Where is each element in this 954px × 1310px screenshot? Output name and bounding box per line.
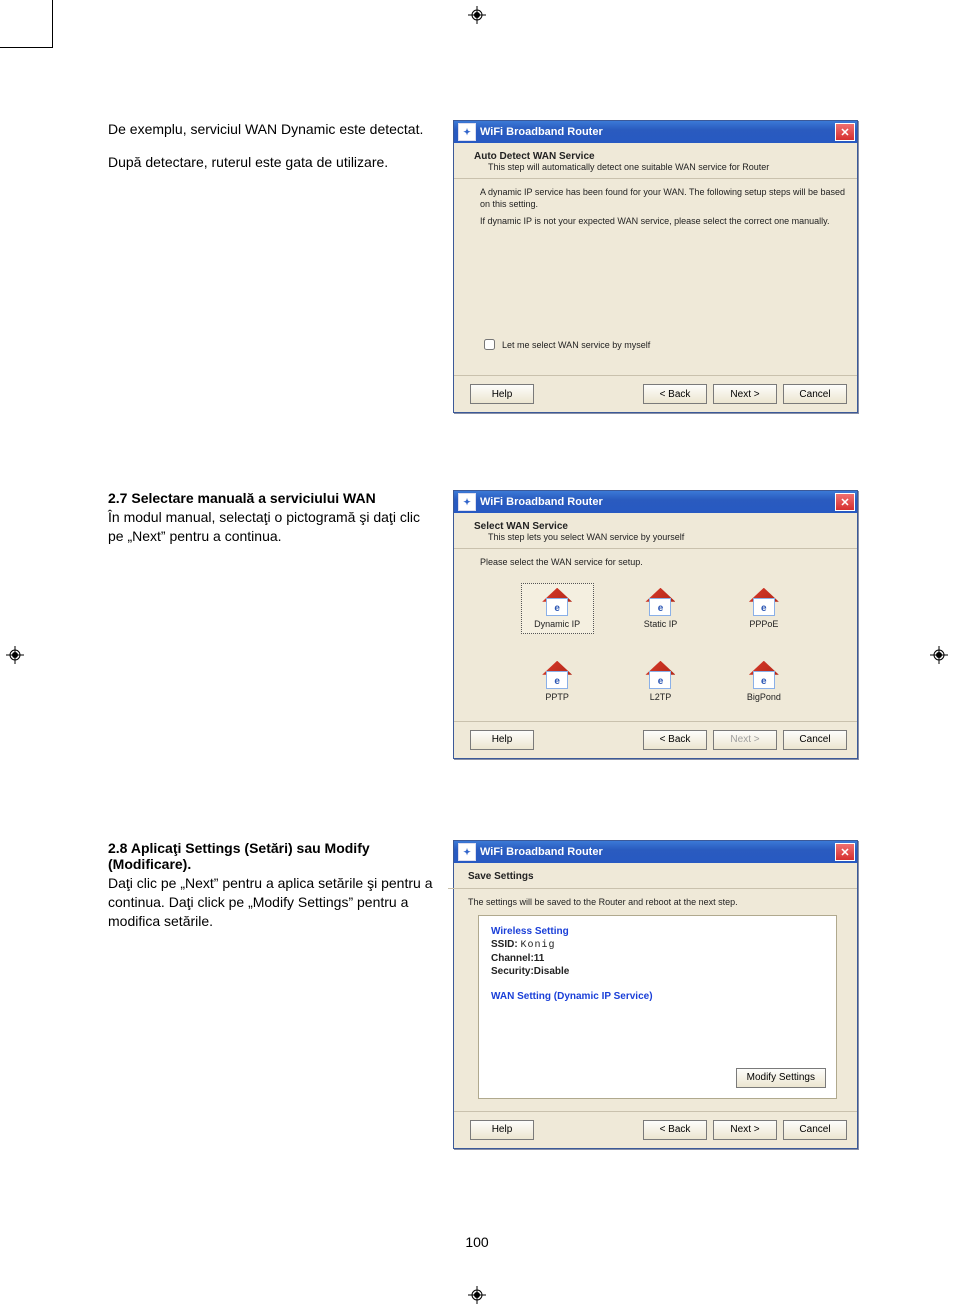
wan-service-option[interactable]: e Dynamic IP xyxy=(521,583,594,634)
house-icon: e xyxy=(645,588,675,616)
wan-setting-heading: WAN Setting (Dynamic IP Service) xyxy=(491,991,824,1002)
cancel-button[interactable]: Cancel xyxy=(783,1120,847,1140)
close-icon[interactable]: ✕ xyxy=(835,123,855,141)
crop-mark-vertical xyxy=(52,0,53,48)
section-heading: 2.7 Selectare manuală a serviciului WAN xyxy=(108,490,433,506)
section-title: Auto Detect WAN Service xyxy=(474,151,847,162)
dialog-auto-detect-wan: ✦ WiFi Broadband Router ✕ Auto Detect WA… xyxy=(453,120,858,413)
wan-service-option[interactable]: e PPTP xyxy=(521,656,594,707)
wan-service-label: PPPoE xyxy=(749,619,778,629)
wan-service-label: Dynamic IP xyxy=(534,619,580,629)
ssid-line: SSID: Konig xyxy=(491,939,824,951)
house-icon: e xyxy=(749,661,779,689)
section-title: Save Settings xyxy=(468,871,847,882)
divider xyxy=(454,178,857,179)
body-text: După detectare, ruterul este gata de uti… xyxy=(108,153,433,172)
dialog-select-wan: ✦ WiFi Broadband Router ✕ Select WAN Ser… xyxy=(453,490,858,759)
section-subtitle: This step will automatically detect one … xyxy=(488,162,847,172)
page-number: 100 xyxy=(0,1234,954,1250)
help-button[interactable]: Help xyxy=(470,1120,534,1140)
next-button[interactable]: Next > xyxy=(713,384,777,404)
wan-service-label: PPTP xyxy=(545,692,569,702)
window-title: WiFi Broadband Router xyxy=(480,496,835,508)
app-icon: ✦ xyxy=(458,493,476,511)
window-title: WiFi Broadband Router xyxy=(480,846,835,858)
divider xyxy=(454,548,857,549)
close-icon[interactable]: ✕ xyxy=(835,493,855,511)
window-title: WiFi Broadband Router xyxy=(480,126,835,138)
wan-service-option[interactable]: e PPPoE xyxy=(727,583,800,634)
close-icon[interactable]: ✕ xyxy=(835,843,855,861)
help-button[interactable]: Help xyxy=(470,384,534,404)
wan-service-label: Static IP xyxy=(644,619,678,629)
wan-service-grid: e Dynamic IP e Static IP e PPPoE e PPTP e L2TP e Bi… xyxy=(521,583,801,707)
info-text: If dynamic IP is not your expected WAN s… xyxy=(480,216,847,228)
cancel-button[interactable]: Cancel xyxy=(783,384,847,404)
wan-service-option[interactable]: e BigPond xyxy=(727,656,800,707)
channel-line: Channel:11 xyxy=(491,953,544,964)
help-button[interactable]: Help xyxy=(470,730,534,750)
dialog-save-settings: ✦ WiFi Broadband Router ✕ Save Settings … xyxy=(453,840,858,1149)
section-heading: 2.8 Aplicaţi Settings (Setări) sau Modif… xyxy=(108,840,433,872)
wan-service-label: L2TP xyxy=(650,692,672,702)
app-icon: ✦ xyxy=(458,843,476,861)
back-button[interactable]: < Back xyxy=(643,730,707,750)
ssid-value: Konig xyxy=(520,940,555,951)
registration-mark-icon xyxy=(468,1286,486,1304)
registration-mark-icon xyxy=(6,646,24,664)
app-icon: ✦ xyxy=(458,123,476,141)
next-button[interactable]: Next > xyxy=(713,1120,777,1140)
body-text: În modul manual, selectaţi o pictogramă … xyxy=(108,508,433,546)
ssid-label: SSID: xyxy=(491,939,518,950)
modify-settings-button[interactable]: Modify Settings xyxy=(736,1068,826,1088)
select-manual-checkbox[interactable] xyxy=(484,339,495,350)
house-icon: e xyxy=(749,588,779,616)
body-text: De exemplu, serviciul WAN Dynamic este d… xyxy=(108,120,433,139)
wireless-setting-heading: Wireless Setting xyxy=(491,926,824,937)
wan-service-label: BigPond xyxy=(747,692,781,702)
info-text: A dynamic IP service has been found for … xyxy=(480,187,847,210)
wan-service-option[interactable]: e L2TP xyxy=(624,656,697,707)
body-text: Daţi clic pe „Next” pentru a aplica setă… xyxy=(108,874,433,931)
house-icon: e xyxy=(542,661,572,689)
prompt-text: Please select the WAN service for setup. xyxy=(480,557,847,569)
section-subtitle: This step lets you select WAN service by… xyxy=(488,532,847,542)
registration-mark-icon xyxy=(468,6,486,24)
settings-summary-panel: Wireless Setting SSID: Konig Channel:11 … xyxy=(478,915,837,1099)
cancel-button[interactable]: Cancel xyxy=(783,730,847,750)
next-button[interactable]: Next > xyxy=(713,730,777,750)
security-line: Security:Disable xyxy=(491,966,569,977)
back-button[interactable]: < Back xyxy=(643,384,707,404)
wan-service-option[interactable]: e Static IP xyxy=(624,583,697,634)
section-title: Select WAN Service xyxy=(474,521,847,532)
checkbox-label: Let me select WAN service by myself xyxy=(502,340,650,350)
house-icon: e xyxy=(645,661,675,689)
house-icon: e xyxy=(542,588,572,616)
info-text: The settings will be saved to the Router… xyxy=(468,897,847,909)
divider xyxy=(448,888,857,889)
registration-mark-icon xyxy=(930,646,948,664)
crop-mark-horizontal xyxy=(0,47,53,48)
back-button[interactable]: < Back xyxy=(643,1120,707,1140)
